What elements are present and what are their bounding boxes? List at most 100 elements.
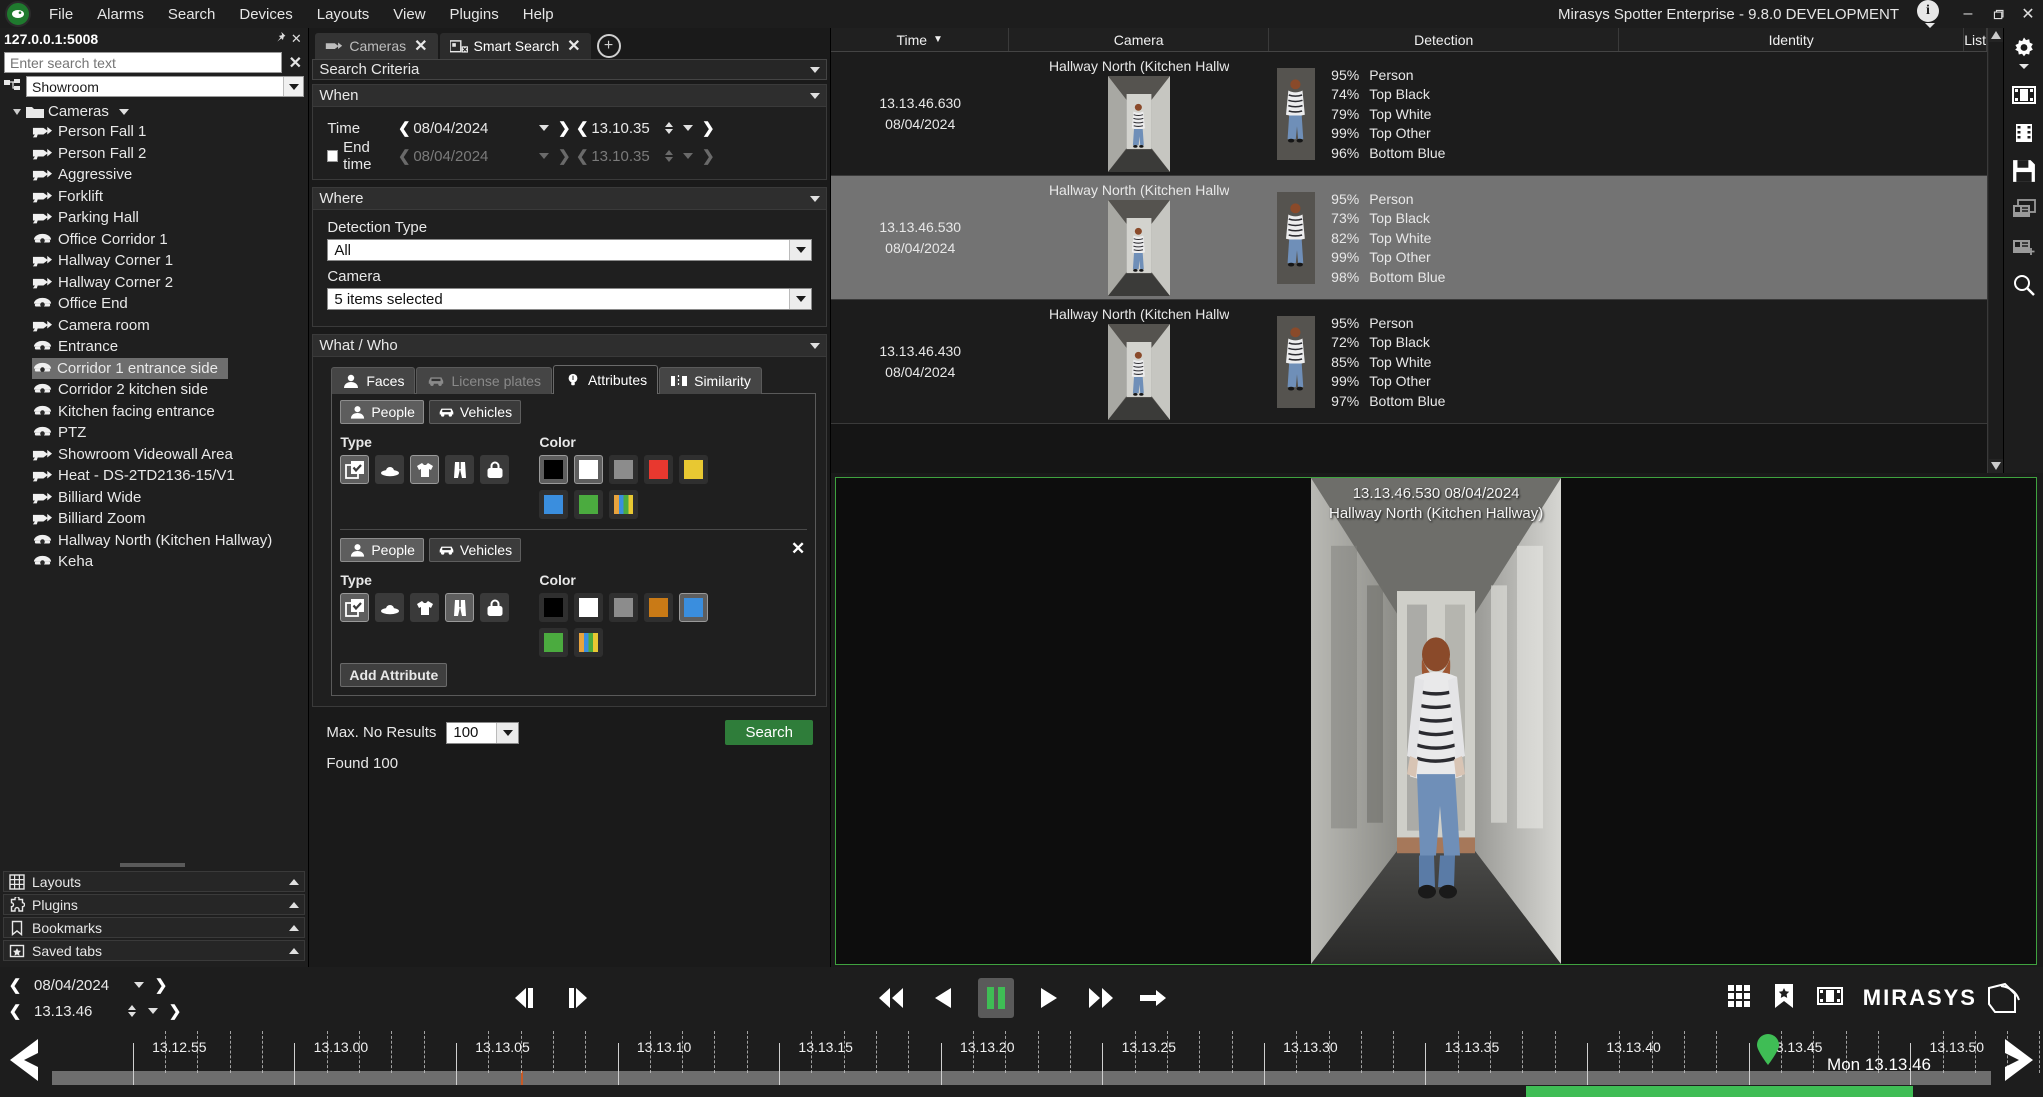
remove-attribute-icon[interactable]: ✕: [791, 539, 805, 559]
type-pants-icon[interactable]: [445, 593, 474, 622]
type-any-icon[interactable]: [340, 455, 369, 484]
timeline-next-arrow[interactable]: [1997, 1037, 2039, 1083]
sidebar-panel-layouts[interactable]: Layouts: [3, 871, 305, 892]
type-tshirt-icon[interactable]: [410, 593, 439, 622]
where-group-header[interactable]: Where: [313, 188, 826, 210]
pin-icon[interactable]: [272, 31, 288, 47]
max-results-select[interactable]: 100: [446, 722, 519, 744]
chevron-down-icon[interactable]: [119, 109, 129, 115]
camera-select[interactable]: 5 items selected: [327, 288, 812, 310]
play-button[interactable]: [1032, 981, 1066, 1015]
whatwho-tab-attributes[interactable]: Attributes: [553, 365, 658, 394]
time-prev-button[interactable]: ❮: [6, 1002, 24, 1020]
menu-alarms[interactable]: Alarms: [85, 3, 156, 26]
tree-item-camera[interactable]: PTZ: [0, 422, 308, 444]
jump-end-button[interactable]: [1136, 981, 1170, 1015]
tree-item-camera[interactable]: Hallway Corner 1: [0, 250, 308, 272]
menu-view[interactable]: View: [381, 3, 437, 26]
color-green[interactable]: [539, 628, 568, 657]
detection-thumbnail[interactable]: [1277, 316, 1315, 408]
time-dropdown-icon[interactable]: [683, 125, 693, 131]
color-yellow[interactable]: [679, 455, 708, 484]
type-hat-icon[interactable]: [375, 455, 404, 484]
date-next-button[interactable]: ❯: [555, 119, 573, 137]
time-next-button[interactable]: ❯: [166, 1002, 184, 1020]
filmstrip-icon[interactable]: [2012, 83, 2036, 107]
type-hat-icon[interactable]: [375, 593, 404, 622]
tree-item-camera[interactable]: Hallway Corner 2: [0, 272, 308, 294]
menu-devices[interactable]: Devices: [227, 3, 304, 26]
chevron-down-icon[interactable]: [2019, 64, 2029, 69]
tree-item-camera[interactable]: Entrance: [0, 336, 308, 358]
sidebar-panel-saved-tabs[interactable]: Saved tabs: [3, 940, 305, 961]
playback-time-value[interactable]: 13.13.46: [26, 1003, 126, 1020]
whatwho-group-header[interactable]: What / Who: [313, 335, 826, 357]
tab-smart-search[interactable]: Smart Search ✕: [440, 33, 591, 59]
tree-item-camera[interactable]: Aggressive: [0, 164, 308, 186]
date-dropdown-icon[interactable]: [134, 982, 144, 988]
date-prev-button[interactable]: ❮: [6, 976, 24, 994]
end-date-prev-button[interactable]: ❮: [395, 147, 413, 165]
scroll-up-button[interactable]: [1989, 28, 2003, 42]
sidebar-panel-bookmarks[interactable]: Bookmarks: [3, 917, 305, 938]
end-time-value[interactable]: 13.10.35: [591, 148, 665, 165]
color-multicolor[interactable]: [609, 490, 638, 519]
start-date-value[interactable]: 08/04/2024: [413, 120, 533, 137]
menu-help[interactable]: Help: [511, 3, 566, 26]
results-scrollbar[interactable]: [1987, 28, 2003, 473]
vehicles-toggle-button[interactable]: Vehicles: [429, 538, 521, 562]
next-frame-button[interactable]: [558, 981, 592, 1015]
chevron-down-icon[interactable]: [810, 67, 820, 73]
clock-next-button[interactable]: ❯: [699, 119, 717, 137]
tree-item-camera[interactable]: Corridor 2 kitchen side: [0, 379, 308, 401]
clear-search-icon[interactable]: ✕: [286, 53, 304, 73]
tree-item-camera[interactable]: Keha: [0, 551, 308, 573]
end-clock-prev-button[interactable]: ❮: [573, 147, 591, 165]
chevron-down-icon[interactable]: [283, 77, 303, 96]
close-icon[interactable]: ✕: [567, 36, 580, 56]
people-toggle-button[interactable]: People: [340, 538, 424, 562]
chevron-up-icon[interactable]: [289, 948, 299, 954]
chevron-down-icon[interactable]: [496, 723, 518, 743]
save-icon[interactable]: [2012, 159, 2036, 183]
tree-item-camera[interactable]: Showroom Videowall Area: [0, 444, 308, 466]
menu-plugins[interactable]: Plugins: [438, 3, 511, 26]
rewind-fast-button[interactable]: [874, 981, 908, 1015]
time-spinner[interactable]: [665, 122, 673, 134]
timeline-bar[interactable]: [52, 1071, 1991, 1085]
whatwho-tab-similarity[interactable]: Similarity: [659, 367, 762, 394]
tab-cameras[interactable]: Cameras ✕: [315, 33, 437, 59]
forward-fast-button[interactable]: [1084, 981, 1118, 1015]
tree-item-camera[interactable]: Corridor 1 entrance side: [32, 358, 228, 380]
date-next-button[interactable]: ❯: [152, 976, 170, 994]
tree-root-cameras[interactable]: Cameras: [0, 102, 308, 121]
results-row[interactable]: 13.13.46.63008/04/2024Hallway North (Kit…: [831, 52, 1987, 176]
filmstrip-view-icon[interactable]: [1817, 986, 1843, 1011]
end-time-dropdown-icon[interactable]: [683, 153, 693, 159]
end-date-value[interactable]: 08/04/2024: [413, 148, 533, 165]
tree-item-camera[interactable]: Office Corridor 1: [0, 229, 308, 251]
timeline-prev-arrow[interactable]: [4, 1037, 46, 1083]
end-time-spinner[interactable]: [665, 150, 673, 162]
scroll-down-button[interactable]: [1989, 459, 2003, 473]
color-green[interactable]: [574, 490, 603, 519]
time-dropdown-icon[interactable]: [148, 1008, 158, 1014]
type-tshirt-icon[interactable]: [410, 455, 439, 484]
color-gray[interactable]: [609, 593, 638, 622]
clock-prev-button[interactable]: ❮: [573, 119, 591, 137]
chevron-down-icon[interactable]: [789, 240, 811, 260]
tree-item-camera[interactable]: Person Fall 2: [0, 143, 308, 165]
color-gray[interactable]: [609, 455, 638, 484]
sidebar-close-icon[interactable]: ✕: [288, 31, 304, 47]
date-prev-button[interactable]: ❮: [395, 119, 413, 137]
sidebar-panel-plugins[interactable]: Plugins: [3, 894, 305, 915]
tree-scrollbar[interactable]: [120, 863, 185, 867]
close-button[interactable]: ✕: [2013, 0, 2043, 28]
color-white[interactable]: [574, 455, 603, 484]
scene-thumbnail[interactable]: [1108, 76, 1170, 172]
chevron-down-icon[interactable]: [789, 289, 811, 309]
color-black[interactable]: [539, 593, 568, 622]
add-attribute-button[interactable]: Add Attribute: [340, 663, 447, 687]
search-button[interactable]: Search: [725, 720, 813, 745]
chevron-down-icon[interactable]: [810, 93, 820, 99]
